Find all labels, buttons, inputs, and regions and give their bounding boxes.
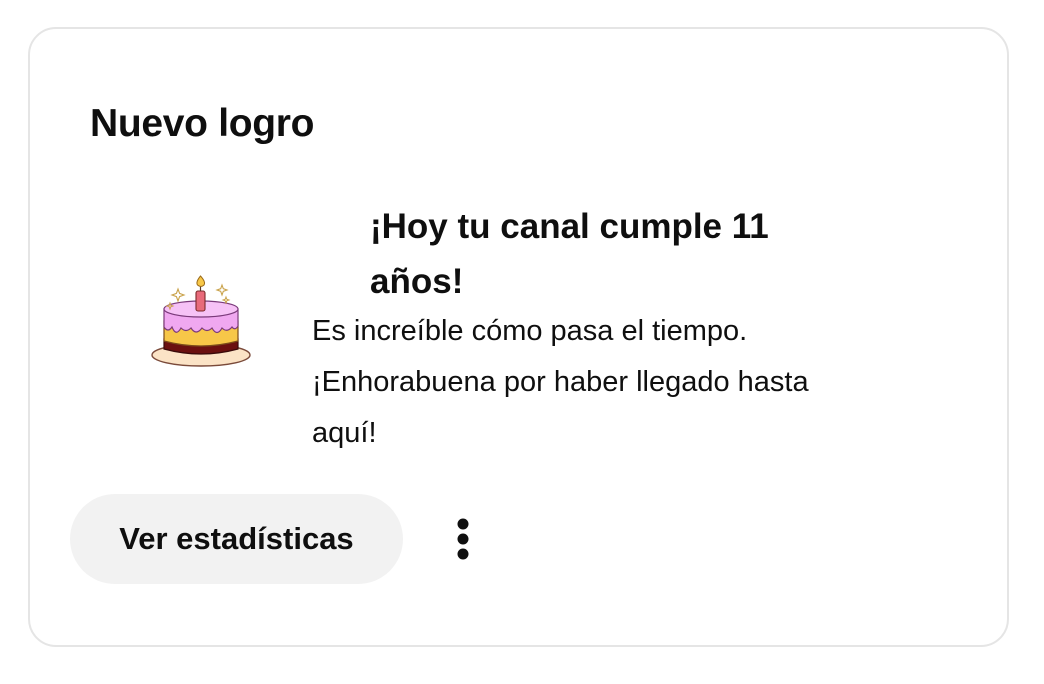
- achievement-message: Es increíble cómo pasa el tiempo. ¡Enhor…: [312, 315, 809, 449]
- card-title: Nuevo logro: [90, 102, 315, 145]
- achievement-headline: ¡Hoy tu canal cumple 11 años!: [370, 207, 769, 301]
- view-stats-button[interactable]: Ver estadísticas: [70, 494, 403, 584]
- more-options-button[interactable]: [433, 509, 493, 569]
- achievement-card: Nuevo logro ¡Hoy tu canal cumple 11 años: [28, 27, 1009, 647]
- more-vert-icon: [457, 518, 469, 560]
- birthday-cake-icon: [148, 275, 254, 373]
